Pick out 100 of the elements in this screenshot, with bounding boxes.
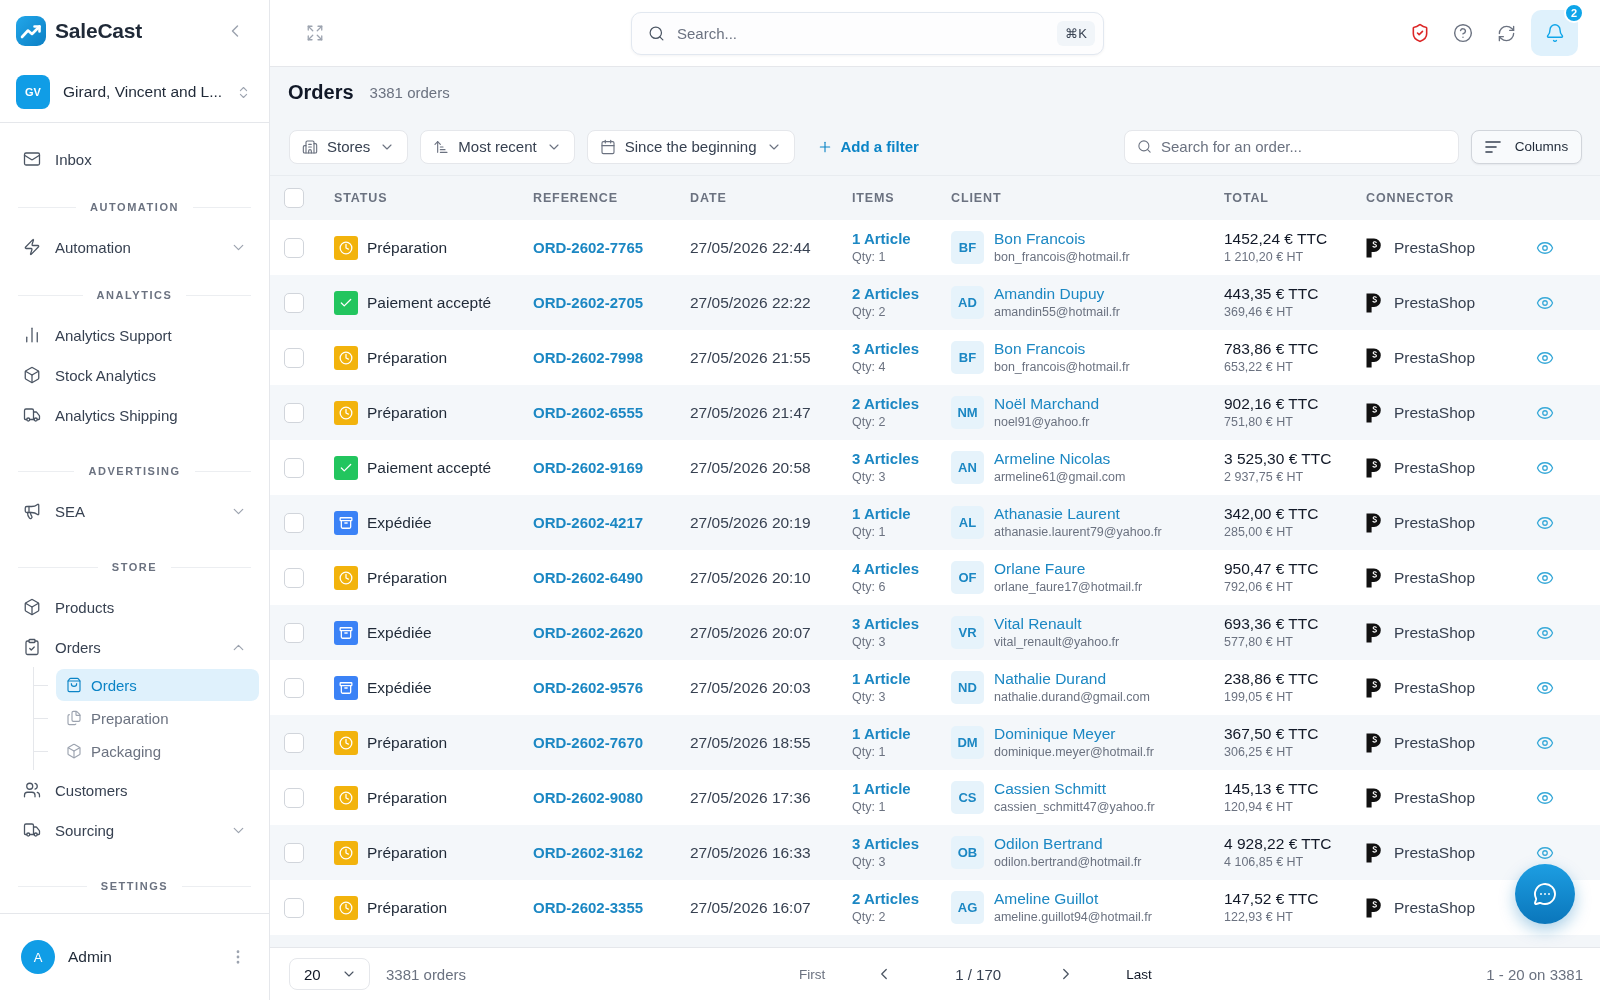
order-reference[interactable]: ORD-2602-6490 [533,568,644,586]
sort-icon [433,138,450,155]
nav-item[interactable]: Analytics Shipping [0,395,269,435]
expand-icon[interactable] [306,24,324,42]
nav-item[interactable]: SEA [0,491,269,531]
row-checkbox[interactable] [284,402,304,423]
items-link[interactable]: 1 Article [852,230,911,248]
order-reference[interactable]: ORD-2602-9080 [533,788,644,806]
items-link[interactable]: 3 Articles [852,340,919,358]
nav-item[interactable]: Orders [0,627,269,667]
filter-button[interactable]: Since the beginning [586,129,795,164]
last-page-button[interactable]: Last [1120,966,1158,982]
items-link[interactable]: 1 Article [852,725,911,743]
search-input[interactable]: Search... [677,12,1046,54]
order-reference[interactable]: ORD-2602-7670 [533,733,644,751]
order-search-field[interactable]: Search for an order... [1124,129,1459,164]
nav-item[interactable]: Inbox [0,139,269,179]
status-label: Paiement accepté [367,293,492,312]
total-ttc: 783,86 € TTC [1224,340,1319,358]
items-link[interactable]: 2 Articles [852,285,919,303]
items-link[interactable]: 1 Article [852,670,911,688]
order-reference[interactable]: ORD-2602-3355 [533,898,644,916]
refresh-icon[interactable] [1496,23,1516,43]
items-link[interactable]: 2 Articles [852,890,919,908]
order-reference[interactable]: ORD-2602-2620 [533,623,644,641]
row-checkbox[interactable] [284,237,304,258]
page-title: Orders [288,81,354,104]
client-email: dominique.meyer@hotmail.fr [994,745,1154,760]
order-date: 27/05/2026 20:03 [690,678,811,696]
client-name[interactable]: Bon Francois [994,230,1086,248]
order-reference[interactable]: ORD-2602-7765 [533,238,644,256]
columns-button[interactable]: Columns [1471,129,1582,164]
row-checkbox[interactable] [284,842,304,863]
items-link[interactable]: 1 Article [852,505,911,523]
add-filter-button[interactable]: Add a filter [810,129,925,164]
row-checkbox[interactable] [284,512,304,533]
client-name[interactable]: Vital Renault [994,615,1082,633]
order-reference[interactable]: ORD-2602-4217 [533,513,644,531]
help-icon[interactable] [1453,23,1473,43]
nav-item[interactable]: Analytics Support [0,315,269,355]
row-checkbox[interactable] [284,787,304,808]
logo-icon [1366,402,1381,423]
nav-item[interactable]: Products [0,587,269,627]
items-link[interactable]: 2 Articles [852,395,919,413]
filter-button[interactable]: Stores [289,129,409,164]
nav-subitem[interactable]: Preparation [56,702,259,734]
nav-subitem[interactable]: Packaging [56,735,259,767]
items-link[interactable]: 3 Articles [852,835,919,853]
nav-subitem[interactable]: Orders [56,669,259,701]
client-name[interactable]: Amandin Dupuy [994,285,1105,303]
connector-name: PrestaShop [1394,623,1475,642]
workspace-name[interactable]: Girard, Vincent and L... [63,83,223,101]
nav-item[interactable]: Customers [0,770,269,810]
clock-icon [334,235,358,260]
client-name[interactable]: Athanasie Laurent [994,505,1120,523]
row-checkbox[interactable] [284,732,304,753]
client-name[interactable]: Bon Francois [994,340,1086,358]
client-email: amandin55@hotmail.fr [994,305,1120,320]
client-name[interactable]: Orlane Faure [994,560,1086,578]
calendar-icon [599,138,616,155]
order-search-input[interactable]: Search for an order... [1161,130,1446,163]
items-link[interactable]: 3 Articles [852,615,919,633]
row-checkbox[interactable] [284,897,304,918]
client-name[interactable]: Noël Marchand [994,395,1100,413]
order-reference[interactable]: ORD-2602-7998 [533,348,644,366]
order-reference[interactable]: ORD-2602-2705 [533,293,644,311]
row-checkbox[interactable] [284,292,304,313]
filter-button[interactable]: Most recent [420,129,575,164]
page-size-select[interactable]: 20 [289,958,370,990]
footer-count: 3381 orders [386,965,467,983]
client-name[interactable]: Armeline Nicolas [994,450,1111,468]
nav-item[interactable]: Stock Analytics [0,355,269,395]
column-header: CONNECTOR [1366,191,1455,205]
select-all-checkbox[interactable] [284,188,304,208]
row-checkbox[interactable] [284,622,304,643]
row-checkbox[interactable] [284,347,304,368]
order-reference[interactable]: ORD-2602-9169 [533,458,644,476]
client-name[interactable]: Cassien Schmitt [994,780,1106,798]
nav-item[interactable]: Automation [0,227,269,267]
client-name[interactable]: Nathalie Durand [994,670,1106,688]
nav-item[interactable]: Sourcing [0,810,269,850]
search-field[interactable]: Search... ⌘K [631,11,1104,55]
client-initials: AL [951,506,984,539]
row-checkbox[interactable] [284,457,304,478]
client-name[interactable]: Ameline Guillot [994,890,1099,908]
order-reference[interactable]: ORD-2602-9576 [533,678,644,696]
first-page-button[interactable]: First [793,966,832,982]
item-quantity: Qty: 3 [852,635,886,650]
status-label: Expédiée [367,623,432,642]
order-reference[interactable]: ORD-2602-6555 [533,403,644,421]
client-name[interactable]: Odilon Bertrand [994,835,1103,853]
client-name[interactable]: Dominique Meyer [994,725,1116,743]
order-reference[interactable]: ORD-2602-3162 [533,843,644,861]
items-link[interactable]: 4 Articles [852,560,919,578]
row-checkbox[interactable] [284,677,304,698]
shield-check-icon[interactable] [1410,23,1430,43]
row-checkbox[interactable] [284,567,304,588]
items-link[interactable]: 1 Article [852,780,911,798]
items-link[interactable]: 3 Articles [852,450,919,468]
total-ttc: 3 525,30 € TTC [1224,450,1332,468]
